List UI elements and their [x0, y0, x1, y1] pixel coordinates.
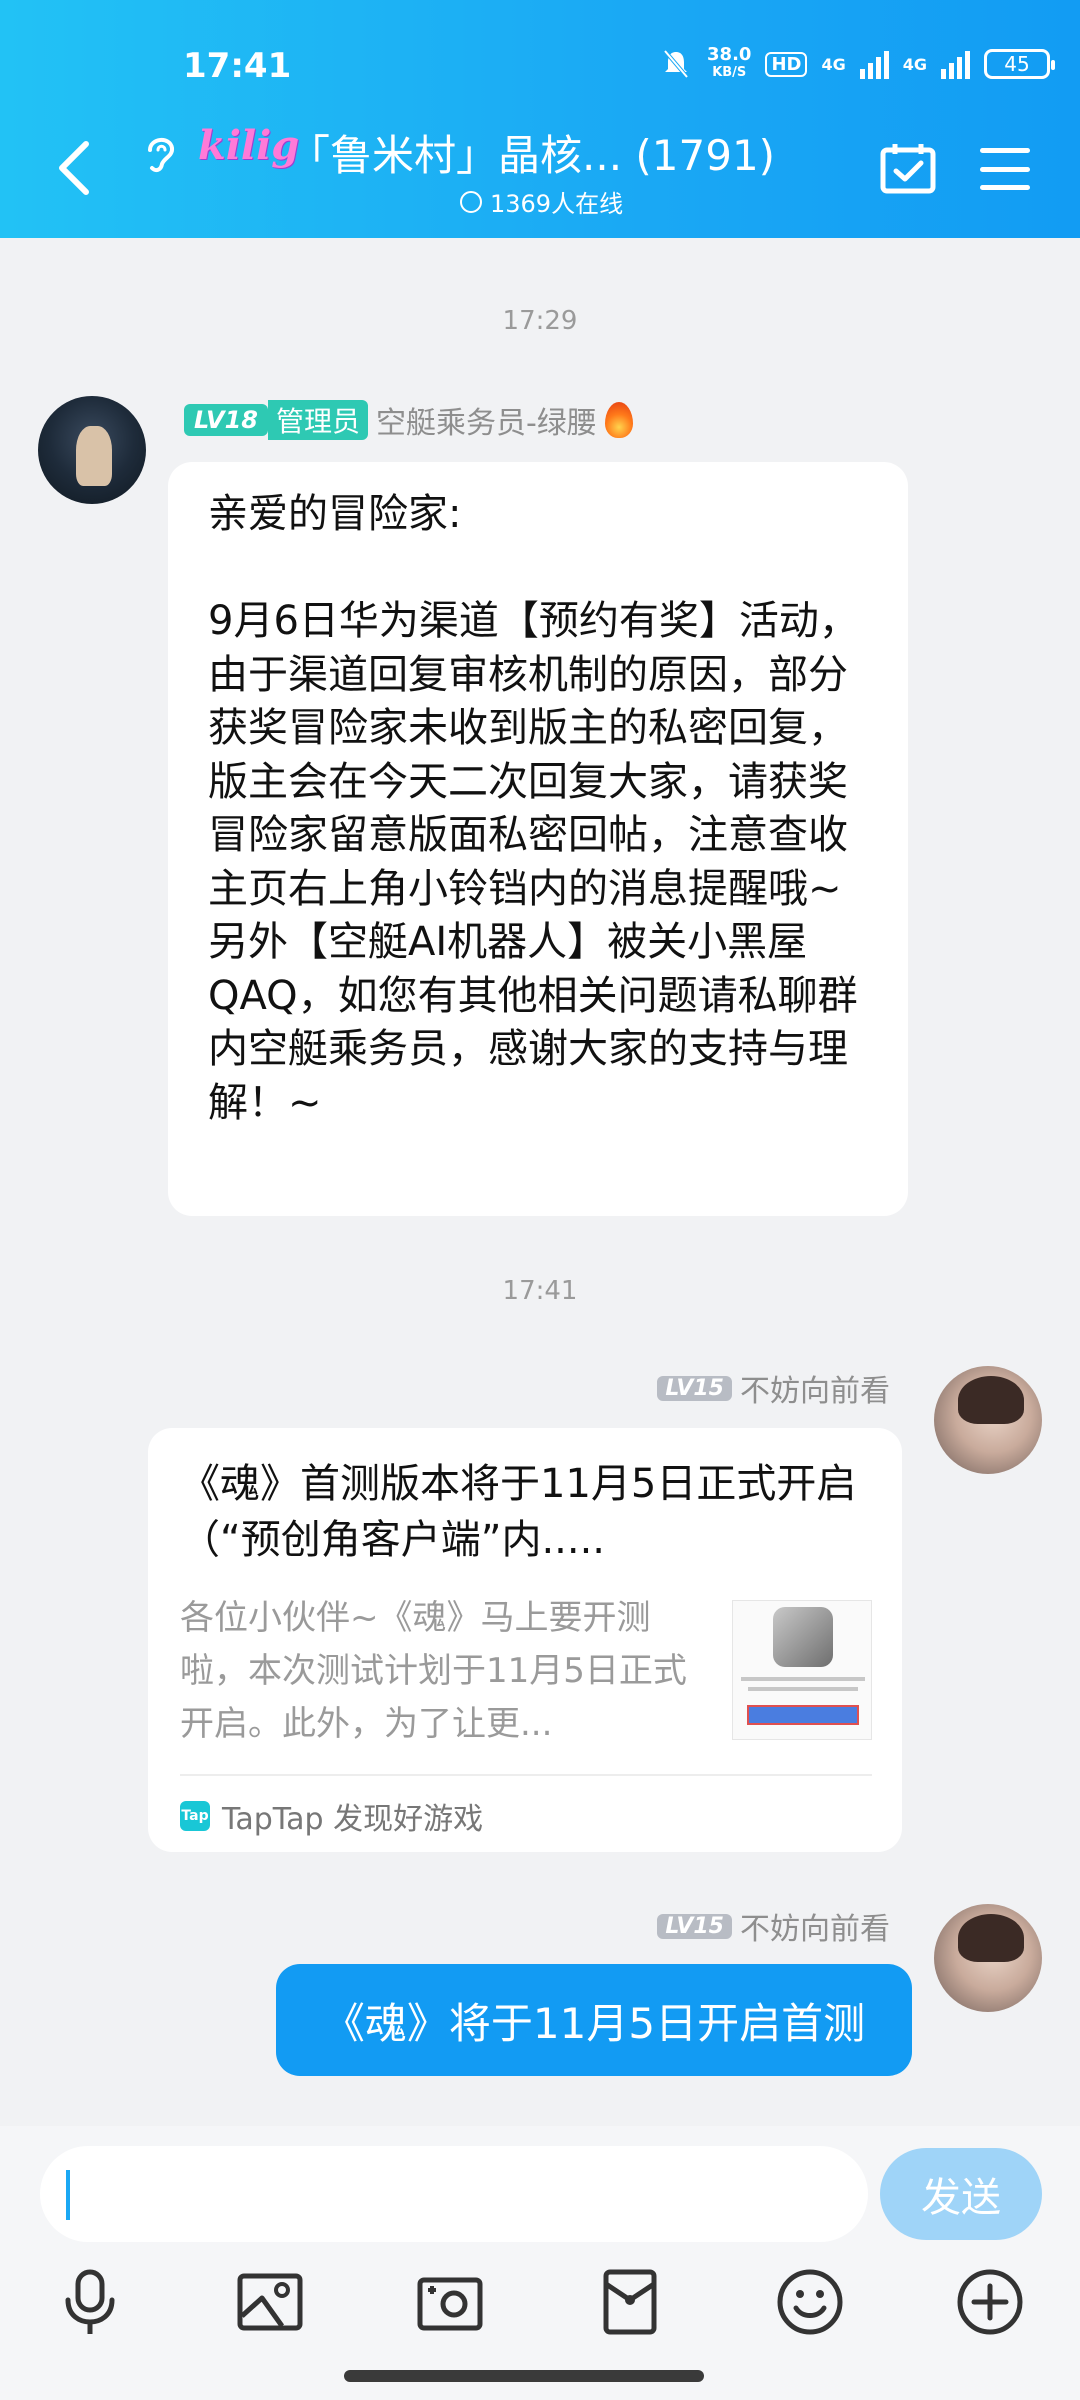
avatar[interactable] [934, 1366, 1042, 1474]
sim2-label: 4G [902, 54, 927, 74]
camera-icon[interactable] [414, 2266, 486, 2338]
plus-icon[interactable] [954, 2266, 1026, 2338]
net-speed-unit: KB/S [712, 65, 747, 80]
status-time: 17:41 [183, 46, 292, 86]
level-badge: LV15 [657, 1375, 732, 1401]
sim1-label: 4G [821, 54, 846, 74]
online-count-text: 1369人在线 [490, 190, 624, 218]
card-description: 各位小伙伴~《魂》马上要开测啦，本次测试计划于11月5日正式开启。此外，为了让更… [180, 1598, 687, 1744]
back-arrow-icon[interactable] [56, 140, 92, 196]
emoji-icon[interactable] [774, 2266, 846, 2338]
admin-badge: 管理员 [267, 400, 368, 440]
net-speed-value: 38.0 [707, 44, 752, 65]
divider [180, 1774, 872, 1776]
taptap-logo-icon: Tap [180, 1801, 210, 1831]
timestamp: 17:29 [502, 306, 578, 336]
input-bar: 发送 [0, 2126, 1080, 2400]
message-input[interactable] [40, 2146, 868, 2242]
card-thumbnail [732, 1600, 872, 1740]
mute-bell-icon [663, 49, 689, 79]
battery-level: 45 [1004, 52, 1030, 76]
red-packet-icon[interactable] [594, 2266, 666, 2338]
send-button[interactable]: 发送 [880, 2148, 1042, 2240]
sender-name[interactable]: 不妨向前看 [740, 1366, 890, 1410]
link-card[interactable]: 《魂》首测版本将于11月5日正式开启（“预创角客户端”内..... 各位小伙伴~… [148, 1428, 902, 1852]
ear-icon[interactable] [140, 130, 180, 178]
sender-info: LV15 不妨向前看 [657, 1904, 890, 1948]
avatar[interactable] [38, 396, 146, 504]
message-bubble[interactable]: 亲爱的冒险家: 9月6日华为渠道【预约有奖】活动，由于渠道回复审核机制的原因，部… [168, 462, 908, 1216]
battery-icon: 45 [984, 49, 1055, 79]
fire-icon [604, 402, 633, 438]
online-check-icon [460, 190, 482, 213]
level-badge: LV15 [657, 1913, 732, 1939]
timestamp: 17:41 [502, 1276, 578, 1306]
microphone-icon[interactable] [54, 2266, 126, 2338]
menu-icon[interactable] [980, 148, 1030, 190]
net-speed: 38.0 KB/S [707, 46, 751, 82]
thumbnail-button [747, 1705, 859, 1725]
calendar-check-icon[interactable] [880, 142, 936, 194]
app-icon [773, 1607, 833, 1667]
online-count: 1369人在线 [460, 184, 623, 219]
home-indicator[interactable] [344, 2370, 704, 2382]
sender-info: LV15 不妨向前看 [657, 1366, 890, 1410]
sender-name[interactable]: 不妨向前看 [740, 1904, 890, 1948]
status-icons: 38.0 KB/S HD 4G 4G 45 [659, 46, 1055, 82]
card-source-text: TapTap 发现好游戏 [222, 1802, 484, 1837]
sender-name[interactable]: 空艇乘务员-绿腰 [376, 398, 597, 442]
card-title: 《魂》首测版本将于11月5日正式开启（“预创角客户端”内..... [180, 1461, 857, 1563]
signal-icon [859, 49, 889, 79]
avatar[interactable] [934, 1904, 1042, 2012]
message-bubble[interactable]: 《魂》将于11月5日开启首测 [276, 1964, 912, 2076]
toolbar [0, 2266, 1080, 2338]
text-caret [66, 2170, 70, 2220]
app-header: 17:41 38.0 KB/S HD 4G 4G 45 kilig 「鲁米村」晶… [0, 0, 1080, 238]
hd-badge: HD [765, 51, 808, 77]
group-title[interactable]: 「鲁米村」晶核... (1791) [288, 122, 775, 183]
card-source: Tap TapTap 发现好游戏 [180, 1794, 483, 1838]
group-logo: kilig [198, 122, 300, 169]
sender-info: LV18 管理员 空艇乘务员-绿腰 [184, 398, 633, 442]
signal-icon [941, 49, 970, 79]
level-badge: LV18 [184, 404, 268, 436]
image-icon[interactable] [234, 2266, 306, 2338]
